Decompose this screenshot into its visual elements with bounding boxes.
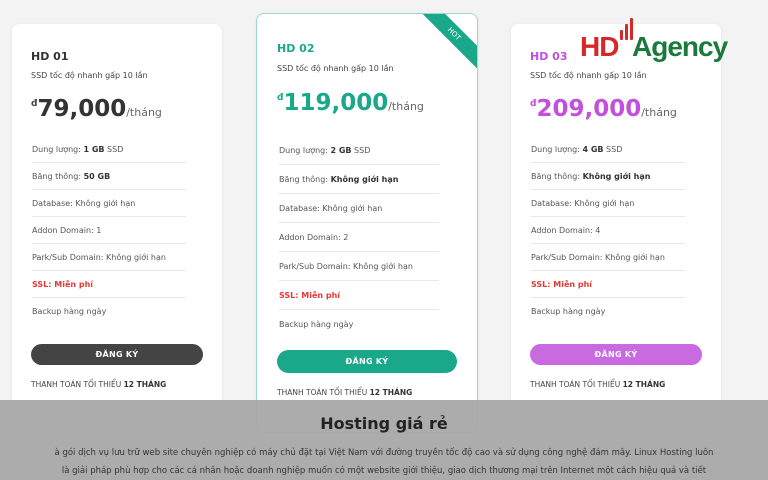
feature-backup: Backup hàng ngày bbox=[32, 307, 107, 316]
currency-symbol: đ bbox=[530, 99, 537, 109]
currency-symbol: đ bbox=[277, 93, 284, 103]
feature-park-sub-domain: Park/Sub Domain: Không giới hạn bbox=[531, 244, 685, 271]
plan-card-hd01: HD 01 SSD tốc độ nhanh gấp 10 lần đ79,00… bbox=[12, 24, 222, 424]
plan-subtitle: SSD tốc độ nhanh gấp 10 lần bbox=[277, 64, 394, 73]
plan-price: đ119,000/tháng bbox=[277, 90, 424, 116]
feature-addon-domain: Addon Domain: 2 bbox=[279, 223, 439, 252]
feature-bandwidth: Băng thông: Không giới hạn bbox=[531, 163, 685, 190]
feature-ssl: SSL: Miễn phí bbox=[279, 281, 439, 310]
currency-symbol: đ bbox=[31, 99, 38, 109]
feature-backup: Backup hàng ngày bbox=[531, 307, 606, 316]
section-description: à gói dịch vụ lưu trữ web site chuyên ng… bbox=[0, 444, 768, 480]
feature-addon-domain: Addon Domain: 1 bbox=[32, 217, 186, 244]
feature-ssl: SSL: Miễn phí bbox=[32, 271, 186, 298]
minimum-payment: THANH TOÁN TỐI THIỂU 12 THÁNG bbox=[31, 380, 167, 389]
plan-subtitle: SSD tốc độ nhanh gấp 10 lần bbox=[31, 71, 148, 80]
feature-addon-domain: Addon Domain: 4 bbox=[531, 217, 685, 244]
price-unit: /tháng bbox=[126, 106, 162, 119]
feature-database: Database: Không giới hạn bbox=[32, 190, 186, 217]
feature-park-sub-domain: Park/Sub Domain: Không giới hạn bbox=[32, 244, 186, 271]
plan-price: đ79,000/tháng bbox=[31, 96, 162, 122]
hot-ribbon: HOT bbox=[413, 14, 477, 78]
feature-ssl: SSL: Miễn phí bbox=[531, 271, 685, 298]
logo-text-agency: Agency bbox=[632, 31, 728, 62]
feature-storage: Dung lượng: 1 GB SSD bbox=[32, 136, 186, 163]
description-line-2: là giải pháp phù hợp cho các cá nhân hoặ… bbox=[61, 466, 707, 476]
price-amount: 79,000 bbox=[37, 96, 127, 122]
hot-label: HOT bbox=[416, 14, 477, 72]
price-unit: /tháng bbox=[388, 100, 424, 113]
description-line-1: à gói dịch vụ lưu trữ web site chuyên ng… bbox=[54, 448, 714, 458]
feature-storage: Dung lượng: 4 GB SSD bbox=[531, 136, 685, 163]
hd-agency-logo[interactable]: HD Agency bbox=[580, 18, 750, 70]
logo-text-hd: HD bbox=[580, 31, 619, 62]
plan-card-hd03: HD 03 SSD tốc độ nhanh gấp 10 lần đ209,0… bbox=[511, 24, 721, 424]
feature-database: Database: Không giới hạn bbox=[531, 190, 685, 217]
register-button-hd01[interactable]: ĐĂNG KÝ bbox=[31, 344, 203, 365]
feature-park-sub-domain: Park/Sub Domain: Không giới hạn bbox=[279, 252, 439, 281]
pricing-section: HD 01 SSD tốc độ nhanh gấp 10 lần đ79,00… bbox=[0, 0, 768, 480]
feature-backup: Backup hàng ngày bbox=[279, 320, 354, 329]
price-amount: 119,000 bbox=[283, 90, 389, 116]
feature-bandwidth: Băng thông: 50 GB bbox=[32, 163, 186, 190]
plan-subtitle: SSD tốc độ nhanh gấp 10 lần bbox=[530, 71, 647, 80]
plan-price: đ209,000/tháng bbox=[530, 96, 677, 122]
feature-list: Dung lượng: 2 GB SSD Băng thông: Không g… bbox=[279, 136, 439, 339]
section-title: Hosting giá rẻ bbox=[320, 414, 448, 433]
minimum-payment: THANH TOÁN TỐI THIỂU 12 THÁNG bbox=[530, 380, 666, 389]
price-unit: /tháng bbox=[641, 106, 677, 119]
feature-list: Dung lượng: 1 GB SSD Băng thông: 50 GB D… bbox=[32, 136, 186, 325]
plan-card-hd02: HOT HD 02 SSD tốc độ nhanh gấp 10 lần đ1… bbox=[256, 13, 478, 433]
register-button-hd03[interactable]: ĐĂNG KÝ bbox=[530, 344, 702, 365]
feature-bandwidth: Băng thông: Không giới hạn bbox=[279, 165, 439, 194]
feature-list: Dung lượng: 4 GB SSD Băng thông: Không g… bbox=[531, 136, 685, 325]
price-amount: 209,000 bbox=[536, 96, 642, 122]
feature-database: Database: Không giới hạn bbox=[279, 194, 439, 223]
register-button-hd02[interactable]: ĐĂNG KÝ bbox=[277, 350, 457, 373]
plan-name: HD 03 bbox=[530, 50, 568, 63]
plan-name: HD 02 bbox=[277, 42, 315, 55]
description-overlay: Hosting giá rẻ à gói dịch vụ lưu trữ web… bbox=[0, 400, 768, 480]
minimum-payment: THANH TOÁN TỐI THIỂU 12 THÁNG bbox=[277, 388, 413, 397]
plan-name: HD 01 bbox=[31, 50, 69, 63]
feature-storage: Dung lượng: 2 GB SSD bbox=[279, 136, 439, 165]
